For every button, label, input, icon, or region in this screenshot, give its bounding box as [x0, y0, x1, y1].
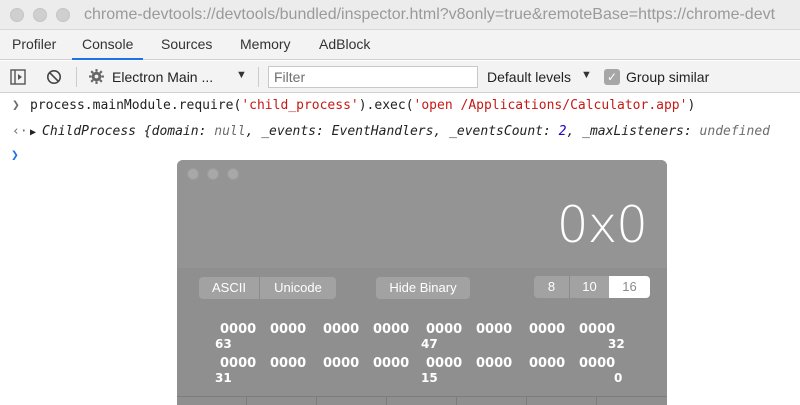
bit-group[interactable]: 0000 [579, 356, 615, 371]
code-string: 'child_process' [241, 98, 359, 113]
calculator-window: 0x0 ASCII Unicode Hide Binary 8 10 16 00… [177, 160, 667, 405]
bit-group[interactable]: 0000 [323, 356, 359, 371]
bit-group[interactable]: 0000 [220, 322, 256, 337]
calc-maximize-button[interactable] [227, 168, 239, 180]
object-value: 2 [558, 124, 567, 139]
key-divider [596, 396, 597, 405]
console-input-line: ❯ process.mainModule.require('child_proc… [0, 98, 800, 118]
window-url: chrome-devtools://devtools/bundled/inspe… [84, 6, 776, 23]
bit-group[interactable]: 0000 [426, 322, 462, 337]
bit-group[interactable]: 0000 [270, 356, 306, 371]
maximize-window-button[interactable] [56, 8, 70, 22]
keypad-top-edge [177, 396, 667, 405]
hide-binary-button[interactable]: Hide Binary [376, 277, 470, 299]
log-levels-select[interactable]: Default levels [487, 69, 571, 85]
tab-memory[interactable]: Memory [240, 30, 291, 60]
bit-index-label: 0 [614, 371, 623, 385]
sidebar-toggle-icon[interactable] [10, 69, 26, 90]
bit-group[interactable]: 0000 [579, 322, 615, 337]
code-text: ).exec( [358, 98, 414, 113]
bit-group[interactable]: 0000 [529, 322, 565, 337]
console-prompt-icon[interactable]: ❯ [11, 148, 19, 163]
tab-profiler[interactable]: Profiler [12, 30, 56, 60]
object-key: _eventsCount [449, 124, 543, 139]
console-output-object[interactable]: ▶ ChildProcess {domain: null, _events: E… [30, 124, 770, 139]
toolbar-separator [76, 67, 77, 87]
bit-group[interactable]: 0000 [323, 322, 359, 337]
object-value: EventHandlers [331, 124, 434, 139]
expand-triangle-icon[interactable]: ▶ [30, 127, 42, 138]
close-window-button[interactable] [10, 8, 24, 22]
key-divider [456, 396, 457, 405]
code-text: process.mainModule.require( [30, 98, 242, 113]
object-value: undefined [699, 124, 770, 139]
key-divider [246, 396, 247, 405]
tab-console[interactable]: Console [72, 30, 144, 60]
base-16-button[interactable]: 16 [609, 276, 650, 298]
bit-index-label: 32 [608, 337, 625, 351]
code-text: ) [687, 98, 696, 113]
bit-group[interactable]: 0000 [373, 322, 409, 337]
chevron-right-icon: ❯ [12, 98, 20, 113]
devtools-tab-bar: Profiler Console Sources Memory AdBlock [0, 30, 800, 60]
base-10-button[interactable]: 10 [570, 276, 609, 298]
chevron-down-icon[interactable]: ▼ [581, 69, 592, 81]
bit-index-label: 31 [215, 371, 232, 385]
console-output-line: ‹· ▶ ChildProcess {domain: null, _events… [0, 124, 800, 144]
bit-group[interactable]: 0000 [373, 356, 409, 371]
object-key: _events [261, 124, 317, 139]
minimize-window-button[interactable] [33, 8, 47, 22]
bit-index-label: 15 [421, 371, 438, 385]
bit-group[interactable]: 0000 [476, 322, 512, 337]
calc-minimize-button[interactable] [207, 168, 219, 180]
ascii-button[interactable]: ASCII [199, 277, 259, 299]
object-brace: { [135, 124, 152, 139]
bit-index-label: 63 [215, 337, 232, 351]
unicode-button[interactable]: Unicode [260, 277, 336, 299]
return-arrow-icon: ‹· [12, 124, 28, 139]
object-class-name: ChildProcess [42, 124, 136, 139]
bit-group[interactable]: 0000 [426, 356, 462, 371]
clear-console-icon[interactable] [46, 69, 62, 90]
console-input-code[interactable]: process.mainModule.require('child_proces… [30, 98, 695, 113]
group-similar-checkbox[interactable]: ✓ [604, 69, 620, 85]
chevron-down-icon[interactable]: ▼ [236, 69, 247, 81]
object-value: null [214, 124, 246, 139]
toolbar-separator [258, 67, 259, 87]
tab-adblock[interactable]: AdBlock [319, 30, 370, 60]
bit-group[interactable]: 0000 [270, 322, 306, 337]
calculator-display: 0x0 [556, 196, 648, 254]
bit-group[interactable]: 0000 [220, 356, 256, 371]
key-divider [316, 396, 317, 405]
console-toolbar: Electron Main ... ▼ Default levels ▼ ✓ G… [0, 61, 800, 93]
object-key: _maxListeners [582, 124, 684, 139]
gear-icon[interactable] [88, 68, 105, 90]
execution-context-select[interactable]: Electron Main ... [112, 69, 213, 85]
bit-group[interactable]: 0000 [476, 356, 512, 371]
base-8-button[interactable]: 8 [534, 276, 569, 298]
key-divider [386, 396, 387, 405]
calc-close-button[interactable] [187, 168, 199, 180]
object-key: domain [151, 124, 199, 139]
bit-group[interactable]: 0000 [529, 356, 565, 371]
bit-index-label: 47 [421, 337, 438, 351]
group-similar-label: Group similar [626, 69, 710, 85]
tab-sources[interactable]: Sources [161, 30, 212, 60]
code-string: 'open /Applications/Calculator.app' [413, 98, 688, 113]
key-divider [526, 396, 527, 405]
filter-input[interactable] [268, 66, 478, 88]
window-titlebar: chrome-devtools://devtools/bundled/inspe… [0, 0, 800, 30]
